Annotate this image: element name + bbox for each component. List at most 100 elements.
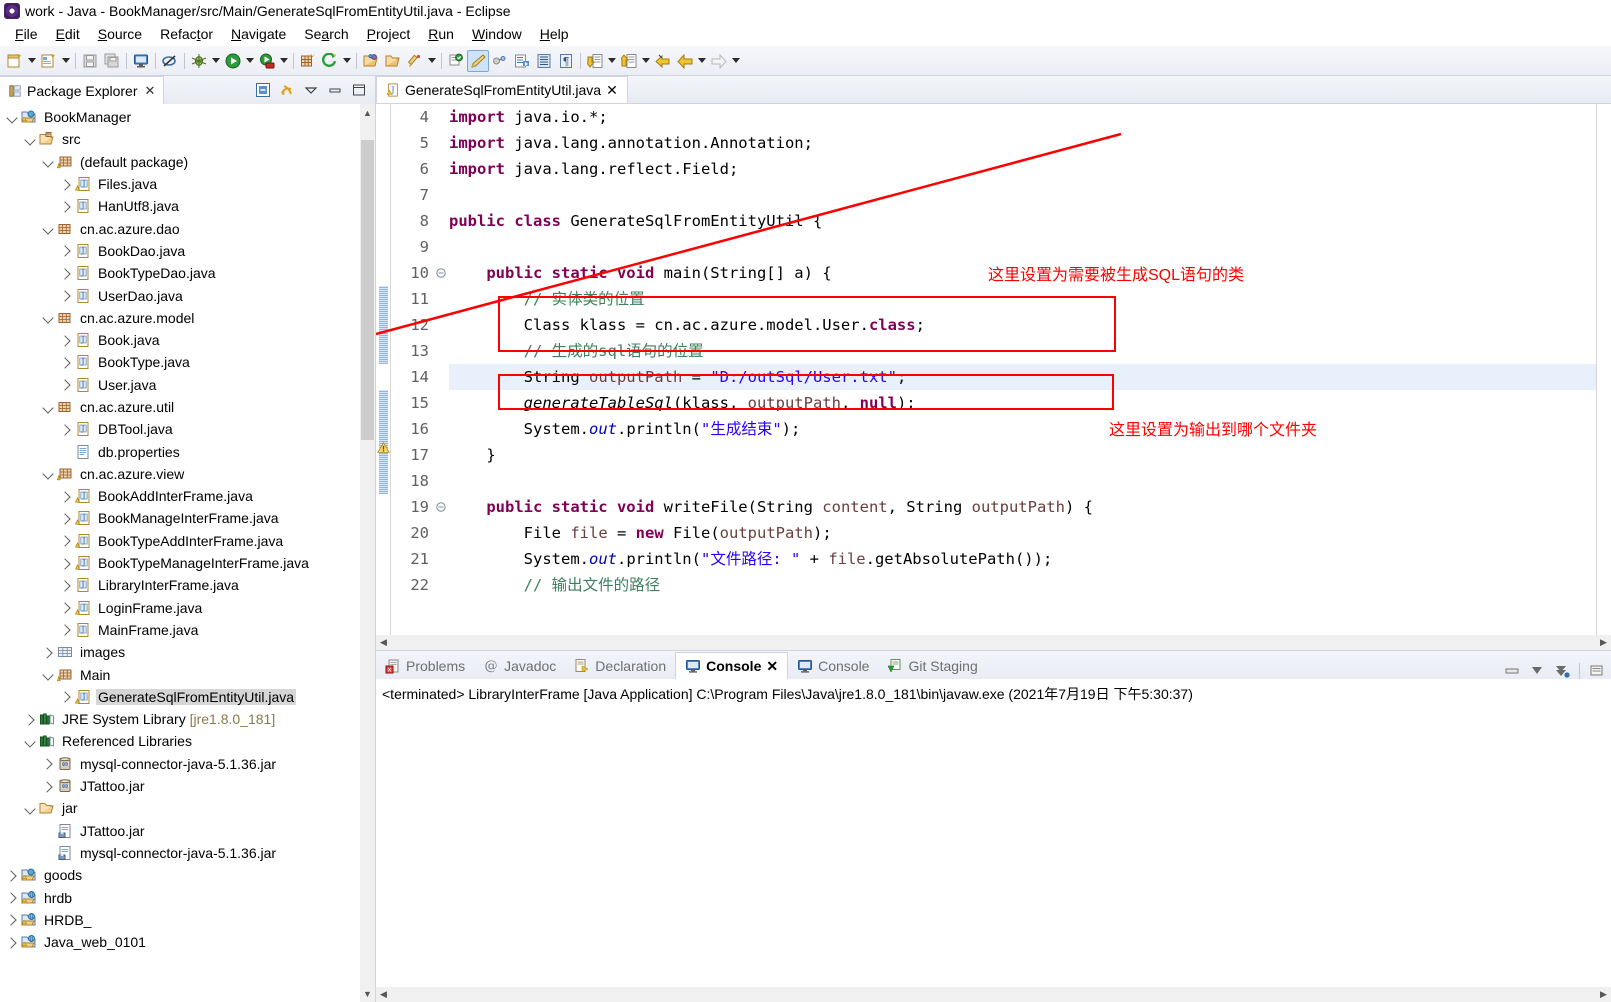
tab-declaration[interactable]: Declaration xyxy=(565,652,675,679)
chevron-down-icon[interactable] xyxy=(24,802,37,815)
close-icon[interactable]: ✕ xyxy=(766,658,778,675)
view-menu-icon[interactable] xyxy=(303,82,319,98)
tree-item-booktype.java[interactable]: J BookType.java xyxy=(0,351,375,373)
chevron-right-icon[interactable] xyxy=(60,378,73,391)
chevron-right-icon[interactable] xyxy=(60,601,73,614)
chevron-down-icon[interactable] xyxy=(42,668,55,681)
tab-console[interactable]: Console ✕ xyxy=(675,652,789,679)
code-line[interactable]: // 输出文件的路径 xyxy=(449,572,1596,598)
debug-icon[interactable] xyxy=(188,50,210,72)
console-horizontal-scrollbar[interactable]: ◀ ▶ xyxy=(376,987,1611,1002)
chevron-down-icon[interactable] xyxy=(24,735,37,748)
tab-problems[interactable]: x Problems xyxy=(376,652,474,679)
chevron-down-icon[interactable] xyxy=(42,155,55,168)
scroll-down-icon[interactable]: ▼ xyxy=(360,985,375,1002)
tree-item-referenced-libraries[interactable]: Referenced Libraries xyxy=(0,730,375,752)
scrollbar-thumb[interactable] xyxy=(361,140,374,440)
tree-item-cn.ac.azure.dao[interactable]: cn.ac.azure.dao xyxy=(0,217,375,239)
chevron-right-icon[interactable] xyxy=(60,289,73,302)
tab-package-explorer[interactable]: Package Explorer ✕ xyxy=(0,76,165,104)
scroll-right-icon[interactable]: ▶ xyxy=(1596,989,1611,1000)
code-line[interactable]: public static void writeFile(String cont… xyxy=(449,494,1596,520)
menu-project[interactable]: Project xyxy=(358,24,420,44)
run-coverage-icon[interactable] xyxy=(256,50,278,72)
code-line[interactable]: System.out.println("文件路径: " + file.getAb… xyxy=(449,546,1596,572)
save-icon[interactable] xyxy=(79,50,101,72)
tree-item-book.java[interactable]: J Book.java xyxy=(0,329,375,351)
code-line[interactable]: // 生成的sql语句的位置 xyxy=(449,338,1596,364)
run-dropdown[interactable] xyxy=(244,50,256,72)
menu-search[interactable]: Search xyxy=(295,24,357,44)
tree-item-java_web_0101[interactable]: Java_web_0101 xyxy=(0,931,375,953)
maximize-icon[interactable] xyxy=(351,82,367,98)
tab-console-2[interactable]: Console xyxy=(788,652,878,679)
tree-item-loginframe.java[interactable]: J LoginFrame.java xyxy=(0,597,375,619)
close-icon[interactable]: ✕ xyxy=(145,83,156,99)
chevron-right-icon[interactable] xyxy=(60,334,73,347)
tree-item-hrdb[interactable]: hrdb xyxy=(0,886,375,908)
tree-item-main[interactable]: Main xyxy=(0,663,375,685)
chevron-right-icon[interactable] xyxy=(24,713,37,726)
tree-item-hrdb_[interactable]: HRDB_ xyxy=(0,909,375,931)
tree-item--default-package-[interactable]: (default package) xyxy=(0,151,375,173)
chevron-right-icon[interactable] xyxy=(6,936,19,949)
chevron-right-icon[interactable] xyxy=(60,200,73,213)
code-line[interactable]: System.out.println("生成结束"); xyxy=(449,416,1596,442)
next-annotation-icon[interactable] xyxy=(511,50,533,72)
code-line[interactable]: String outputPath = "D:/outSql/User.txt"… xyxy=(449,364,1596,390)
new-java-project-dropdown[interactable] xyxy=(26,50,38,72)
chevron-right-icon[interactable] xyxy=(60,557,73,570)
next-annotation-down-icon[interactable] xyxy=(584,50,606,72)
tree-item-dbtool.java[interactable]: J DBTool.java xyxy=(0,418,375,440)
scroll-right-icon[interactable]: ▶ xyxy=(1596,637,1611,648)
tree-item-bookmanager[interactable]: BookManager xyxy=(0,106,375,128)
pilcrow-icon[interactable]: ¶ xyxy=(555,50,577,72)
show-whitespace-icon[interactable] xyxy=(533,50,555,72)
tree-item-booktypeaddinterframe.java[interactable]: J BookTypeAddInterFrame.java xyxy=(0,530,375,552)
minimize-icon[interactable] xyxy=(327,82,343,98)
tree-item-cn.ac.azure.view[interactable]: cn.ac.azure.view xyxy=(0,463,375,485)
tree-item-cn.ac.azure.util[interactable]: cn.ac.azure.util xyxy=(0,396,375,418)
menu-help[interactable]: Help xyxy=(531,24,578,44)
forward-icon[interactable] xyxy=(708,50,730,72)
chevron-right-icon[interactable] xyxy=(60,534,73,547)
editor-horizontal-scrollbar[interactable]: ◀ ▶ xyxy=(376,635,1611,650)
code-text[interactable]: import java.io.*; import java.lang.annota… xyxy=(449,104,1596,635)
new-java-project-icon[interactable] xyxy=(4,50,26,72)
scroll-left-icon[interactable]: ◀ xyxy=(376,989,391,1000)
terminate-icon[interactable] xyxy=(1529,663,1545,679)
fold-collapse-icon[interactable] xyxy=(436,502,446,512)
code-line[interactable]: } xyxy=(449,442,1596,468)
tree-item-jtattoo.jar[interactable]: 010 JTattoo.jar xyxy=(0,775,375,797)
search-dropdown[interactable] xyxy=(426,50,438,72)
tree-item-images[interactable]: images xyxy=(0,641,375,663)
chevron-right-icon[interactable] xyxy=(6,869,19,882)
chevron-right-icon[interactable] xyxy=(6,891,19,904)
code-line[interactable] xyxy=(449,468,1596,494)
debug-dropdown[interactable] xyxy=(210,50,222,72)
chevron-down-icon[interactable] xyxy=(42,467,55,480)
tree-item-mysql-connector-java-5.1.36.jar[interactable]: mysql-connector-java-5.1.36.jar xyxy=(0,842,375,864)
chevron-right-icon[interactable] xyxy=(60,623,73,636)
chevron-right-icon[interactable] xyxy=(42,780,55,793)
chevron-right-icon[interactable] xyxy=(60,178,73,191)
menu-file[interactable]: File xyxy=(6,24,47,44)
remove-all-terminated-icon[interactable] xyxy=(1554,663,1570,679)
menu-edit[interactable]: Edit xyxy=(47,24,89,44)
menu-navigate[interactable]: Navigate xyxy=(222,24,295,44)
external-tools-dropdown[interactable] xyxy=(341,50,353,72)
code-line[interactable]: public class GenerateSqlFromEntityUtil { xyxy=(449,208,1596,234)
tab-generatesqlfromentityutil[interactable]: J GenerateSqlFromEntityUtil.java ✕ xyxy=(376,76,628,103)
new-java-class-dropdown[interactable] xyxy=(60,50,72,72)
link-editor-icon[interactable] xyxy=(489,50,511,72)
menu-source[interactable]: Source xyxy=(89,24,151,44)
chevron-right-icon[interactable] xyxy=(42,646,55,659)
code-line[interactable] xyxy=(449,234,1596,260)
last-edit-location-icon[interactable] xyxy=(445,50,467,72)
forward-dropdown[interactable] xyxy=(730,50,742,72)
console-output[interactable]: <terminated> LibraryInterFrame [Java App… xyxy=(376,679,1611,987)
save-all-icon[interactable] xyxy=(101,50,123,72)
tree-item-src[interactable]: src xyxy=(0,128,375,150)
editor-overview-ruler[interactable] xyxy=(1596,104,1611,635)
chevron-right-icon[interactable] xyxy=(6,913,19,926)
